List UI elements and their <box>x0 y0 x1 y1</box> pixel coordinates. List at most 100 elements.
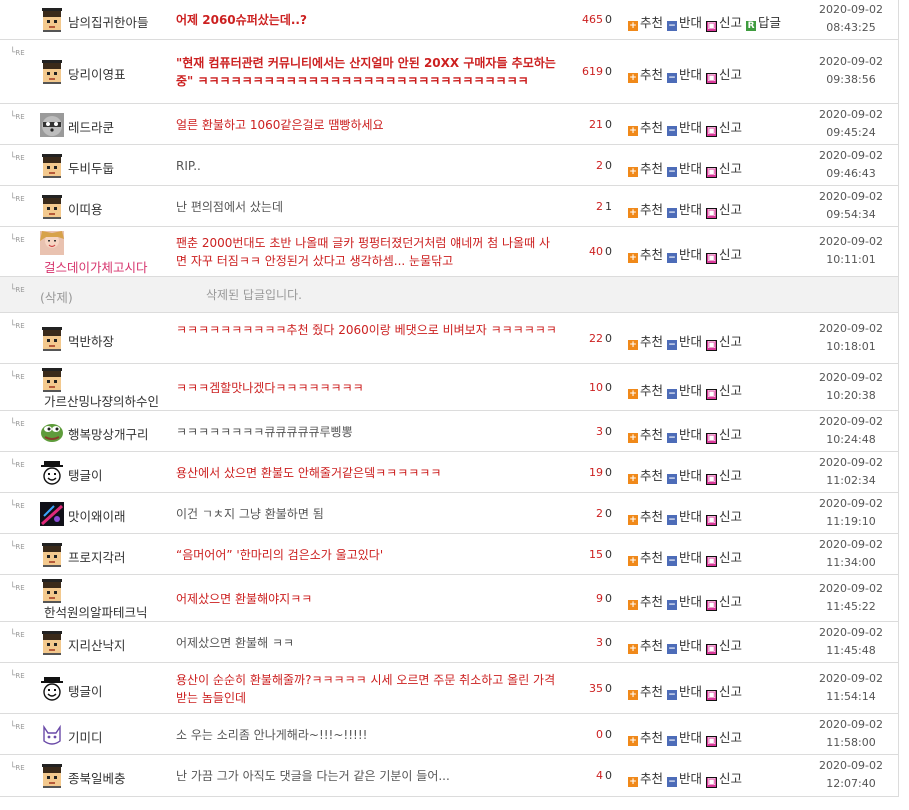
avatar[interactable] <box>40 631 64 655</box>
avatar[interactable] <box>40 677 64 701</box>
recommend-button[interactable]: + 추천 <box>628 465 663 484</box>
oppose-button[interactable]: − 반대 <box>667 424 702 443</box>
recommend-button[interactable]: + 추천 <box>628 768 663 787</box>
dislike-count: 0 <box>605 636 612 649</box>
avatar[interactable] <box>40 113 64 137</box>
recommend-button[interactable]: + 추천 <box>628 12 663 31</box>
oppose-button[interactable]: − 반대 <box>667 727 702 746</box>
recommend-button[interactable]: + 추천 <box>628 635 663 654</box>
recommend-label: 추천 <box>640 468 664 483</box>
report-button[interactable]: ▣ 신고 <box>706 424 742 444</box>
avatar[interactable] <box>40 8 64 32</box>
report-icon: ▣ <box>706 73 718 84</box>
oppose-button[interactable]: − 반대 <box>667 681 702 700</box>
recommend-button[interactable]: + 추천 <box>628 681 663 700</box>
author-nickname[interactable]: 이띠용 <box>68 199 103 218</box>
author-nickname[interactable]: 맛이왜이래 <box>68 506 126 525</box>
author-nickname[interactable]: 먹반하장 <box>68 331 114 350</box>
like-count: 40 <box>589 245 603 258</box>
report-button[interactable]: ▣ 신고 <box>706 591 742 611</box>
oppose-button[interactable]: − 반대 <box>667 547 702 566</box>
author-nickname[interactable]: 행복망상개구리 <box>68 424 149 443</box>
report-button[interactable]: ▣ 신고 <box>706 547 742 567</box>
oppose-button[interactable]: − 반대 <box>667 506 702 525</box>
oppose-button[interactable]: − 반대 <box>667 465 702 484</box>
plus-icon: + <box>628 690 638 700</box>
recommend-button[interactable]: + 추천 <box>628 591 663 610</box>
report-button[interactable]: ▣ 신고 <box>706 117 742 137</box>
comment-row: └RE 이띠용 난 편의점에서 샀는데 2 1 + 추천 − 반대 ▣ 신고 2020-09-02 09… <box>0 186 898 227</box>
avatar[interactable] <box>40 420 64 444</box>
avatar[interactable] <box>40 60 64 84</box>
recommend-button[interactable]: + 추천 <box>628 727 663 746</box>
recommend-button[interactable]: + 추천 <box>628 158 663 177</box>
author-nickname[interactable]: 탱글이 <box>68 681 103 700</box>
recommend-label: 추천 <box>640 120 664 135</box>
avatar[interactable] <box>40 579 64 603</box>
oppose-button[interactable]: − 반대 <box>667 591 702 610</box>
avatar[interactable] <box>40 764 64 788</box>
oppose-button[interactable]: − 반대 <box>667 12 702 31</box>
oppose-button[interactable]: − 반대 <box>667 158 702 177</box>
avatar[interactable] <box>40 195 64 219</box>
oppose-button[interactable]: − 반대 <box>667 64 702 83</box>
author-nickname[interactable]: 지리산낙지 <box>68 635 126 654</box>
report-button[interactable]: ▣ 신고 <box>706 380 742 400</box>
recommend-button[interactable]: + 추천 <box>628 331 663 350</box>
avatar[interactable] <box>40 502 64 526</box>
report-button[interactable]: ▣ 신고 <box>706 768 742 788</box>
author-nickname[interactable]: 두비두둡 <box>68 158 114 177</box>
author-nickname[interactable]: 종북일베충 <box>68 768 126 787</box>
report-button[interactable]: ▣ 신고 <box>706 727 742 747</box>
oppose-button[interactable]: − 반대 <box>667 768 702 787</box>
plus-icon: + <box>628 736 638 746</box>
oppose-button[interactable]: − 반대 <box>667 199 702 218</box>
oppose-button[interactable]: − 반대 <box>667 380 702 399</box>
recommend-button[interactable]: + 추천 <box>628 547 663 566</box>
author-nickname[interactable]: 탱글이 <box>68 465 103 484</box>
report-button[interactable]: ▣ 신고 <box>706 506 742 526</box>
oppose-button[interactable]: − 반대 <box>667 635 702 654</box>
author-nickname[interactable]: 기미디 <box>68 727 103 746</box>
report-button[interactable]: ▣ 신고 <box>706 635 742 655</box>
report-button[interactable]: ▣ 신고 <box>706 12 742 32</box>
author-nickname[interactable]: 걸스데이가체고시다 <box>44 257 148 276</box>
reply-arrow-icon: └RE <box>10 763 25 773</box>
report-button[interactable]: ▣ 신고 <box>706 64 742 84</box>
author-nickname[interactable]: 당리이영표 <box>68 64 126 83</box>
recommend-button[interactable]: + 추천 <box>628 424 663 443</box>
recommend-button[interactable]: + 추천 <box>628 64 663 83</box>
avatar[interactable] <box>40 723 64 747</box>
report-button[interactable]: ▣ 신고 <box>706 681 742 701</box>
recommend-button[interactable]: + 추천 <box>628 117 663 136</box>
author-nickname[interactable]: 남의집귀한아들 <box>68 12 149 31</box>
report-button[interactable]: ▣ 신고 <box>706 158 742 178</box>
author-nickname[interactable]: 한석원의알파테크닉 <box>44 602 148 621</box>
recommend-button[interactable]: + 추천 <box>628 380 663 399</box>
report-button[interactable]: ▣ 신고 <box>706 199 742 219</box>
author-nickname[interactable]: 레드라쿤 <box>68 117 114 136</box>
report-button[interactable]: ▣ 신고 <box>706 244 742 264</box>
recommend-button[interactable]: + 추천 <box>628 244 663 263</box>
comment-time: 10:20:38 <box>826 389 876 402</box>
report-icon: ▣ <box>706 167 718 178</box>
avatar[interactable] <box>40 154 64 178</box>
avatar[interactable] <box>40 327 64 351</box>
author-nickname[interactable]: 프로지각러 <box>68 547 126 566</box>
like-count: 4 <box>596 769 603 782</box>
report-button[interactable]: ▣ 신고 <box>706 331 742 351</box>
avatar[interactable] <box>40 461 64 485</box>
recommend-button[interactable]: + 추천 <box>628 199 663 218</box>
avatar[interactable] <box>40 368 64 392</box>
oppose-button[interactable]: − 반대 <box>667 117 702 136</box>
reply-button[interactable]: R 답글 <box>746 12 781 31</box>
oppose-button[interactable]: − 반대 <box>667 331 702 350</box>
recommend-button[interactable]: + 추천 <box>628 506 663 525</box>
like-count: 15 <box>589 548 603 561</box>
comment-content: ㅋㅋㅋ겜할맛나겠다ㅋㅋㅋㅋㅋㅋㅋㅋ <box>176 381 364 395</box>
report-button[interactable]: ▣ 신고 <box>706 465 742 485</box>
avatar[interactable] <box>40 543 64 567</box>
avatar[interactable] <box>40 231 64 255</box>
author-nickname[interactable]: 가르산밍나쟝의하수인 <box>44 391 159 410</box>
oppose-button[interactable]: − 반대 <box>667 244 702 263</box>
